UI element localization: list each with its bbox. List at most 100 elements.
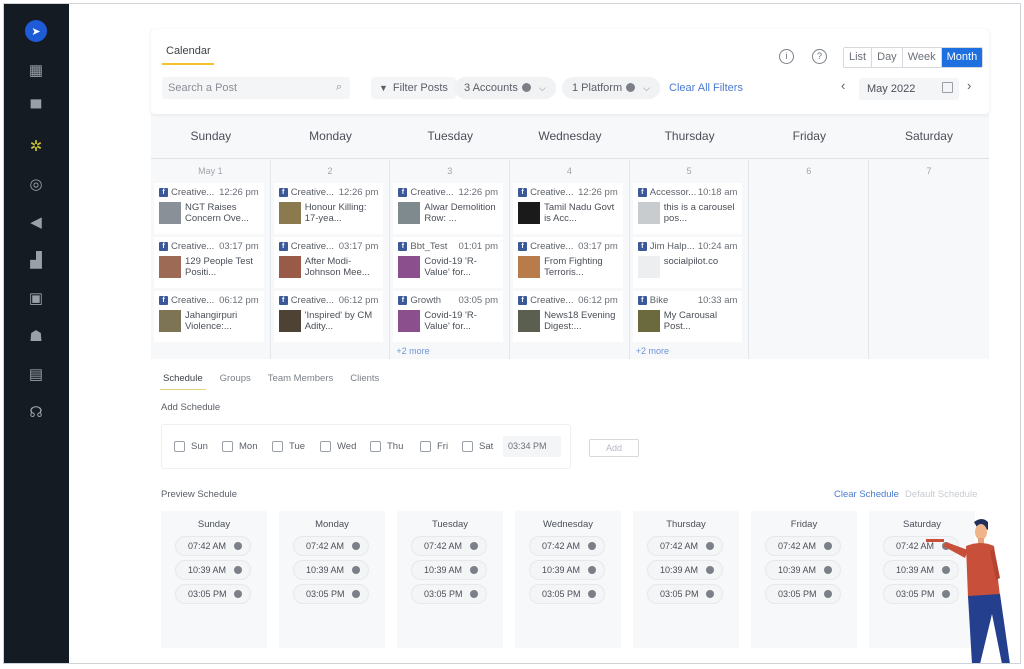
post-card[interactable]: f Bbt_Test 01:01 pm Covid-19 'R-Value' for.… xyxy=(393,237,504,288)
default-schedule-link[interactable]: Default Schedule xyxy=(905,489,977,500)
headset-icon[interactable]: ☊ xyxy=(26,402,46,422)
post-card[interactable]: f Creative... 06:12 pm News18 Evening Diges… xyxy=(513,291,623,342)
day-cell[interactable]: 4 f Creative... 12:26 pm Tamil Nadu Govt is … xyxy=(510,160,630,359)
clear-chip-icon[interactable] xyxy=(521,83,531,92)
megaphone-icon[interactable]: ◀ xyxy=(26,212,46,232)
checkbox-fri[interactable]: Fri xyxy=(420,441,448,452)
team-icon[interactable]: ☗ xyxy=(26,326,46,346)
clear-all-filters-link[interactable]: Clear All Filters xyxy=(669,82,743,94)
day-cell[interactable]: 2 f Creative... 12:26 pm Honour Killing: 17-… xyxy=(271,160,391,359)
remove-time-icon[interactable] xyxy=(234,590,242,598)
day-cell[interactable]: 6 xyxy=(749,160,870,359)
remove-time-icon[interactable] xyxy=(824,542,832,550)
search-input[interactable]: Search a Post ⌕ xyxy=(162,77,350,99)
checkbox-box[interactable] xyxy=(222,441,233,452)
post-card[interactable]: f Jim Halp... 10:24 am socialpilot.co xyxy=(632,237,743,288)
accounts-filter-chip[interactable]: 3 Accounts ⌵ xyxy=(454,77,556,99)
checkbox-box[interactable] xyxy=(174,441,185,452)
view-day-button[interactable]: Day xyxy=(872,48,903,67)
time-slot-pill[interactable]: 07:42 AM xyxy=(293,536,369,556)
inbox-icon[interactable]: ▣ xyxy=(26,288,46,308)
post-card[interactable]: f Creative... 12:26 pm Tamil Nadu Govt is A… xyxy=(513,183,623,234)
remove-time-icon[interactable] xyxy=(706,566,714,574)
remove-time-icon[interactable] xyxy=(352,590,360,598)
day-cell[interactable]: May 1 f Creative... 12:26 pm NGT Raises Conc… xyxy=(151,160,271,359)
remove-time-icon[interactable] xyxy=(470,566,478,574)
remove-time-icon[interactable] xyxy=(234,566,242,574)
view-list-button[interactable]: List xyxy=(844,48,873,67)
time-input[interactable]: 03:34 PM xyxy=(503,436,561,457)
time-slot-pill[interactable]: 10:39 AM xyxy=(175,560,251,580)
time-slot-pill[interactable]: 07:42 AM xyxy=(647,536,723,556)
remove-time-icon[interactable] xyxy=(234,542,242,550)
add-button[interactable]: Add xyxy=(589,439,639,457)
post-card[interactable]: f Bike 10:33 am My Carousal Post... xyxy=(632,291,743,342)
platform-filter-chip[interactable]: 1 Platform ⌵ xyxy=(562,77,660,99)
analytics-icon[interactable]: ▟ xyxy=(26,250,46,270)
more-posts-link[interactable]: +2 more xyxy=(636,346,749,356)
day-cell[interactable]: 7 xyxy=(869,160,989,359)
view-month-button[interactable]: Month xyxy=(941,48,983,67)
post-card[interactable]: f Creative... 12:26 pm Honour Killing: 17-y… xyxy=(273,183,384,234)
checkbox-box[interactable] xyxy=(320,441,331,452)
checkbox-box[interactable] xyxy=(272,441,283,452)
time-slot-pill[interactable]: 03:05 PM xyxy=(293,584,369,604)
post-card[interactable]: f Creative... 03:17 pm From Fighting Terror… xyxy=(513,237,623,288)
info-icon[interactable]: i xyxy=(779,49,794,64)
time-slot-pill[interactable]: 03:05 PM xyxy=(765,584,841,604)
post-card[interactable]: f Creative... 06:12 pm Jahangirpuri Violenc… xyxy=(154,291,264,342)
remove-time-icon[interactable] xyxy=(588,566,596,574)
remove-time-icon[interactable] xyxy=(706,542,714,550)
time-slot-pill[interactable]: 07:42 AM xyxy=(765,536,841,556)
checkbox-thu[interactable]: Thu xyxy=(370,441,403,452)
tab-calendar[interactable]: Calendar xyxy=(166,45,211,57)
chevron-down-icon[interactable]: ⌵ xyxy=(643,83,650,93)
checkbox-box[interactable] xyxy=(462,441,473,452)
time-slot-pill[interactable]: 03:05 PM xyxy=(647,584,723,604)
time-slot-pill[interactable]: 07:42 AM xyxy=(529,536,605,556)
remove-time-icon[interactable] xyxy=(706,590,714,598)
remove-time-icon[interactable] xyxy=(470,590,478,598)
remove-time-icon[interactable] xyxy=(470,542,478,550)
month-picker[interactable]: May 2022 xyxy=(859,78,959,100)
day-cell[interactable]: 3 f Creative... 12:26 pm Alwar Demolition Ro… xyxy=(390,160,511,359)
chat-icon[interactable]: ▀ xyxy=(26,98,46,118)
remove-time-icon[interactable] xyxy=(588,590,596,598)
post-card[interactable]: f Creative... 12:26 pm Alwar Demolition Row… xyxy=(393,183,504,234)
time-slot-pill[interactable]: 07:42 AM xyxy=(175,536,251,556)
remove-time-icon[interactable] xyxy=(352,566,360,574)
target-icon[interactable]: ◎ xyxy=(26,174,46,194)
post-card[interactable]: f Creative... 03:17 pm 129 People Test Posi… xyxy=(154,237,264,288)
remove-time-icon[interactable] xyxy=(588,542,596,550)
time-slot-pill[interactable]: 03:05 PM xyxy=(529,584,605,604)
post-card[interactable]: f Creative... 12:26 pm NGT Raises Concern O… xyxy=(154,183,264,234)
checkbox-box[interactable] xyxy=(370,441,381,452)
checkbox-mon[interactable]: Mon xyxy=(222,441,257,452)
day-cell[interactable]: 5 f Accessor... 10:18 am this is a carousel … xyxy=(630,160,750,359)
document-icon[interactable]: ▤ xyxy=(26,364,46,384)
time-slot-pill[interactable]: 10:39 AM xyxy=(647,560,723,580)
clear-schedule-link[interactable]: Clear Schedule xyxy=(834,489,899,500)
next-month-button[interactable]: › xyxy=(967,78,971,93)
time-slot-pill[interactable]: 03:05 PM xyxy=(175,584,251,604)
view-week-button[interactable]: Week xyxy=(903,48,942,67)
remove-time-icon[interactable] xyxy=(824,590,832,598)
time-slot-pill[interactable]: 10:39 AM xyxy=(411,560,487,580)
checkbox-tue[interactable]: Tue xyxy=(272,441,305,452)
prev-month-button[interactable]: ‹ xyxy=(841,78,845,93)
chevron-down-icon[interactable]: ⌵ xyxy=(539,83,546,93)
time-slot-pill[interactable]: 10:39 AM xyxy=(765,560,841,580)
checkbox-sat[interactable]: Sat xyxy=(462,441,493,452)
time-slot-pill[interactable]: 10:39 AM xyxy=(529,560,605,580)
tab-groups[interactable]: Groups xyxy=(220,373,251,384)
post-card[interactable]: f Growth 03:05 pm Covid-19 'R-Value' for... xyxy=(393,291,504,342)
checkbox-sun[interactable]: Sun xyxy=(174,441,208,452)
time-slot-pill[interactable]: 10:39 AM xyxy=(293,560,369,580)
network-icon[interactable]: ✲ xyxy=(26,136,46,156)
tab-team-members[interactable]: Team Members xyxy=(268,373,333,384)
clear-chip-icon[interactable] xyxy=(626,83,636,92)
time-slot-pill[interactable]: 03:05 PM xyxy=(411,584,487,604)
checkbox-wed[interactable]: Wed xyxy=(320,441,356,452)
post-card[interactable]: f Creative... 03:17 pm After Modi-Johnson M… xyxy=(273,237,384,288)
paper-plane-logo-icon[interactable]: ➤ xyxy=(25,20,47,42)
